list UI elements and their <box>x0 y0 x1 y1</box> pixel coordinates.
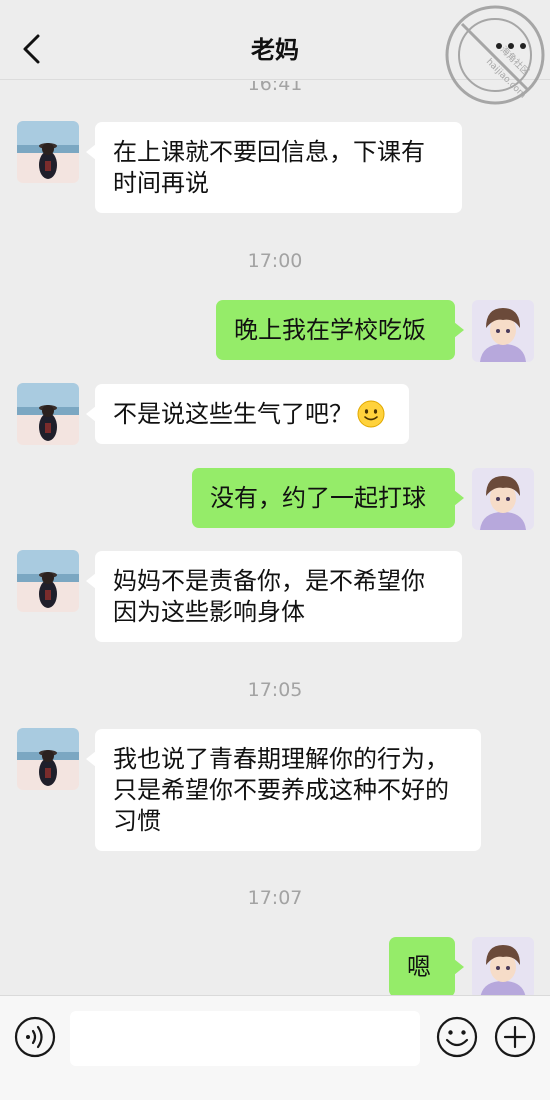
message-bubble-incoming[interactable]: 妈妈不是责备你，是不希望你因为这些影响身体 <box>86 551 462 642</box>
mom-avatar[interactable] <box>17 383 79 445</box>
plus-icon[interactable] <box>494 1016 536 1058</box>
my-avatar[interactable] <box>472 300 534 362</box>
my-avatar[interactable] <box>472 468 534 530</box>
message-text: 不是说这些生气了吧？ <box>113 400 353 428</box>
voice-icon[interactable] <box>14 1016 56 1058</box>
message-bubble-incoming[interactable]: 不是说这些生气了吧？ <box>86 384 409 444</box>
message-bubble-outgoing[interactable]: 嗯 <box>389 937 464 995</box>
smile-emoji-icon <box>357 400 385 428</box>
timestamp: 17:05 <box>247 679 303 701</box>
message-bubble-incoming[interactable]: 在上课就不要回信息，下课有时间再说 <box>86 122 462 213</box>
my-avatar[interactable] <box>472 937 534 995</box>
message-input[interactable] <box>70 1011 420 1066</box>
input-bar <box>0 995 550 1100</box>
mom-avatar[interactable] <box>17 728 79 790</box>
mom-avatar[interactable] <box>17 121 79 183</box>
timestamp: 16:41 <box>247 81 303 95</box>
message-bubble-outgoing[interactable]: 晚上我在学校吃饭 <box>216 300 464 360</box>
emoji-icon[interactable] <box>436 1016 478 1058</box>
message-list[interactable]: 16:41 在上课就不要回信息，下课有时间再说 17:00 晚上我在学校吃饭 不… <box>0 81 550 995</box>
message-bubble-incoming[interactable]: 我也说了青春期理解你的行为，只是希望你不要养成这种不好的习惯 <box>86 729 481 851</box>
chat-header: 老妈 海角社区 haijiao.com <box>0 0 550 105</box>
mom-avatar[interactable] <box>17 550 79 612</box>
timestamp: 17:07 <box>247 887 303 909</box>
message-bubble-outgoing[interactable]: 没有，约了一起打球 <box>192 468 464 528</box>
timestamp: 17:00 <box>247 250 303 272</box>
